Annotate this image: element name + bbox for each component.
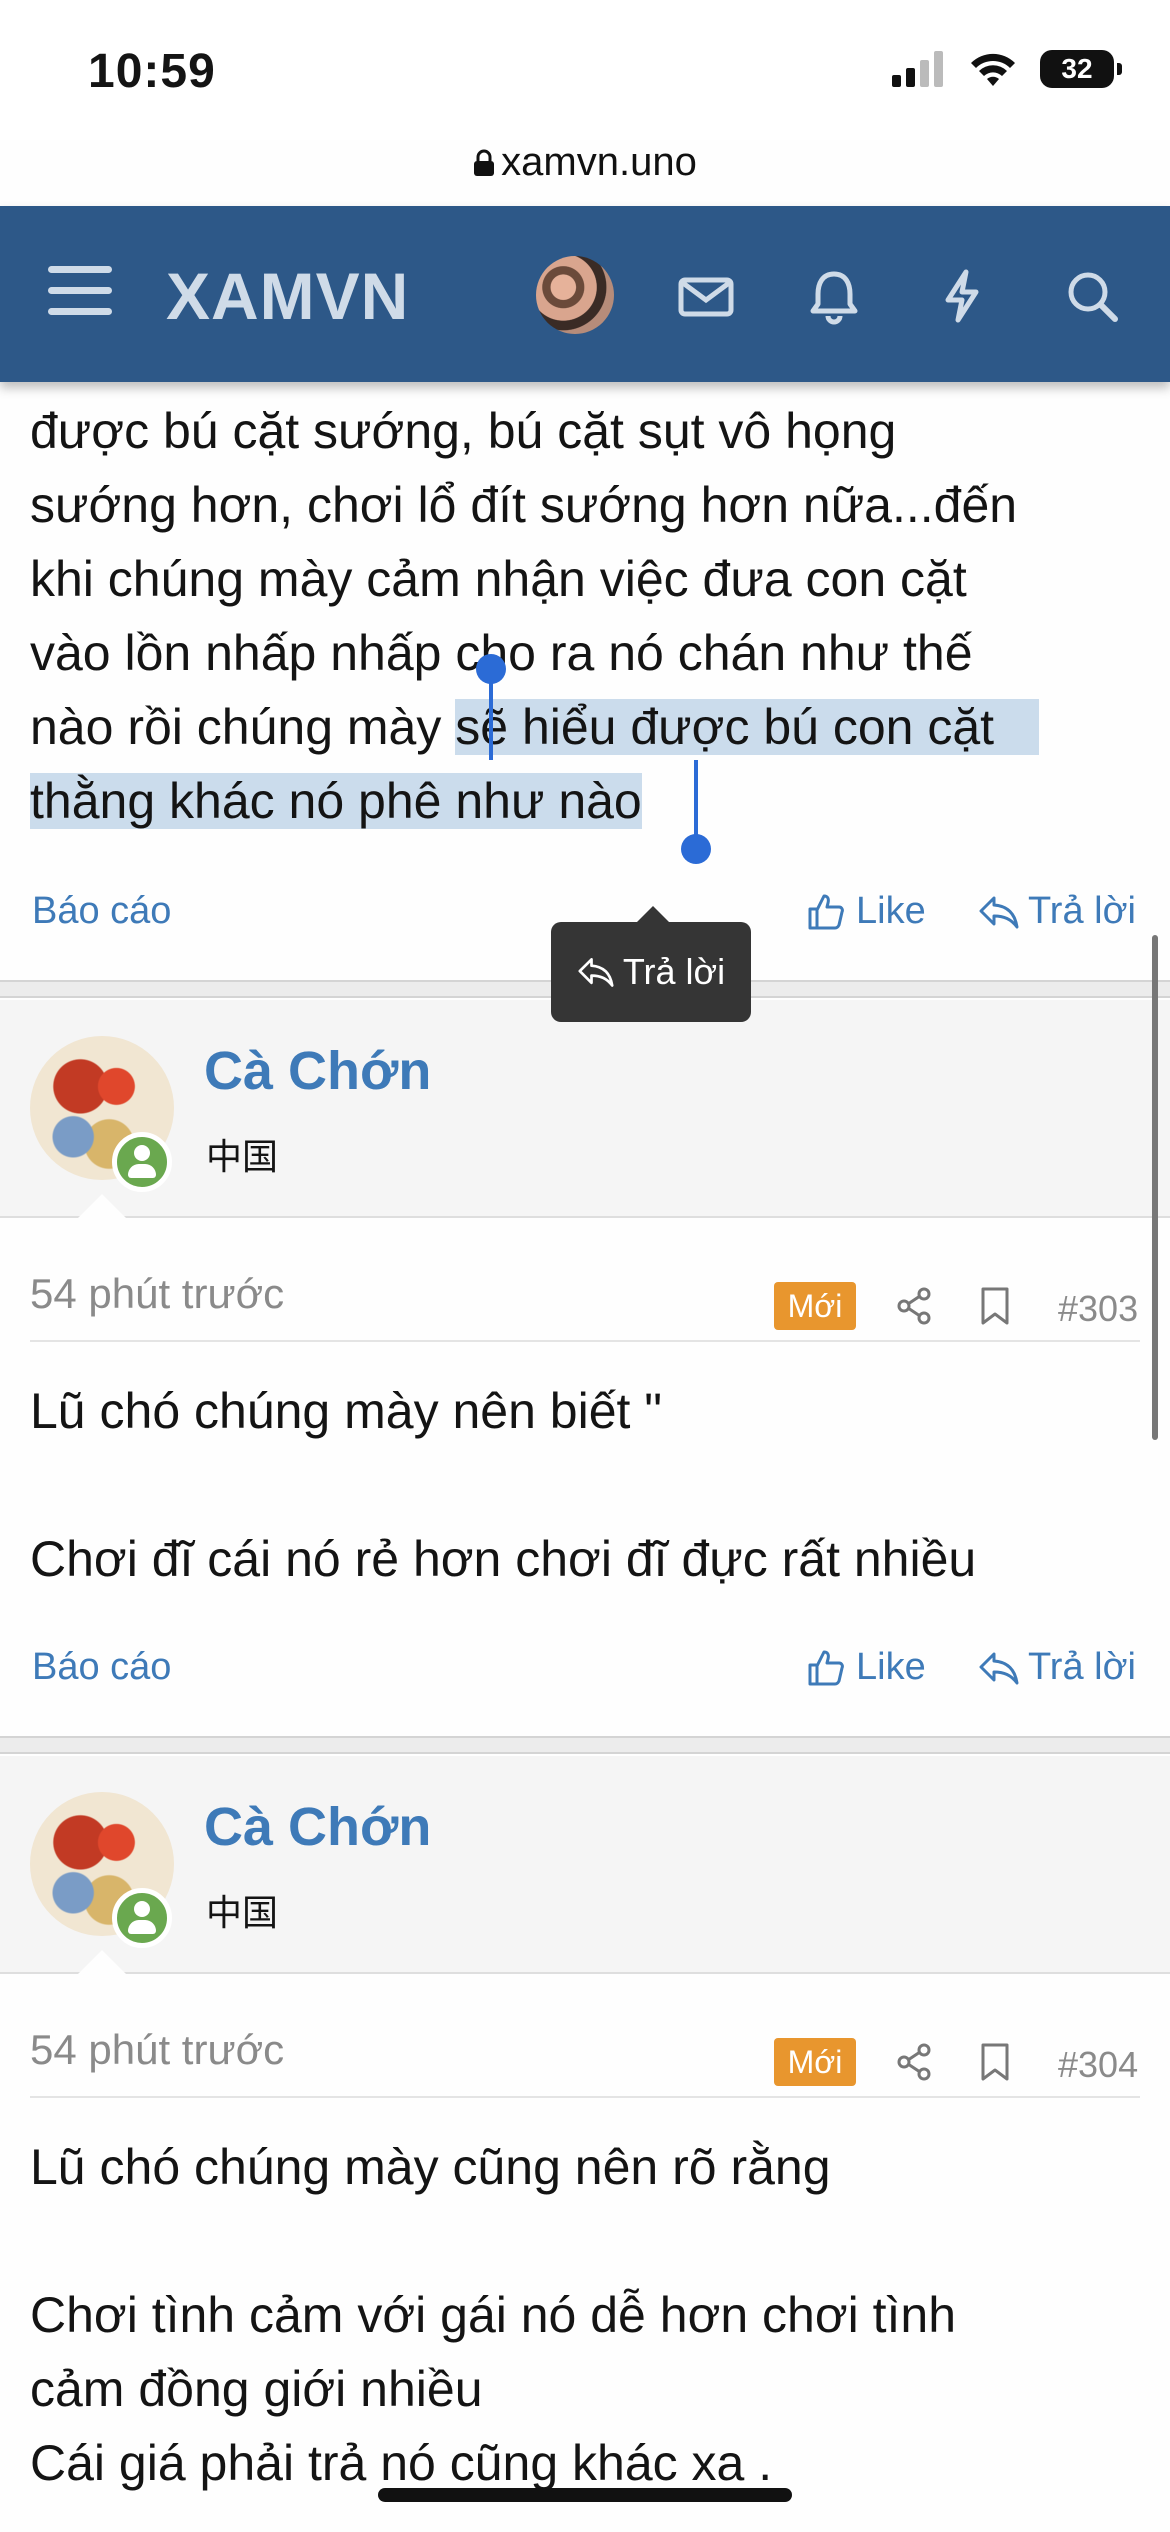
address-bar[interactable]: xamvn.uno [0, 140, 1170, 206]
report-link[interactable]: Báo cáo [32, 890, 171, 933]
post-line: cảm đồng giới nhiều [30, 2361, 483, 2417]
site-logo[interactable]: XAMVN [166, 258, 409, 334]
bookmark-icon[interactable] [978, 1286, 1012, 1326]
new-badge: Mới [774, 1282, 856, 1330]
like-button[interactable]: Like [806, 1646, 926, 1689]
scrollbar[interactable] [1152, 935, 1158, 1440]
bookmark-icon[interactable] [978, 2042, 1012, 2082]
meta-divider [30, 2096, 1140, 2098]
text-selection[interactable]: sẽ hiểu được bú con cặt [455, 699, 1040, 755]
post-line-part: nào rồi chúng mày [30, 699, 456, 755]
post-303-body: Lũ chó chúng mày nên biết " Chơi đĩ cái … [30, 1374, 1140, 1596]
post-line: được bú cặt sướng, bú cặt sụt vô họng [30, 403, 897, 459]
post-303-actions: Báo cáo Like Trả lời [0, 1638, 1170, 1698]
status-time: 10:59 [88, 45, 216, 98]
status-icons: 32 [892, 50, 1122, 88]
post-303-user: Cà Chớn 中国 [0, 1000, 1170, 1218]
post-line: khi chúng mày cảm nhận việc đưa con cặt [30, 551, 967, 607]
share-icon[interactable] [894, 2042, 934, 2082]
post-303-meta: 54 phút trước Mới #303 [0, 1240, 1170, 1342]
selection-start-handle[interactable] [489, 672, 493, 760]
post-line: Lũ chó chúng mày nên biết " [30, 1383, 663, 1439]
report-link[interactable]: Báo cáo [32, 1646, 171, 1689]
post-304-meta: 54 phút trước Mới #304 [0, 1996, 1170, 2098]
user-block-pointer [78, 1950, 126, 1974]
post-1-body[interactable]: được bú cặt sướng, bú cặt sụt vô họng sư… [30, 394, 1140, 838]
home-indicator[interactable] [378, 2488, 792, 2502]
url-text: xamvn.uno [501, 140, 697, 184]
meta-divider [30, 1340, 1140, 1342]
tooltip-label: Trả lời [622, 951, 726, 992]
user-title: 中国 [206, 1136, 279, 1177]
post-line: nào rồi chúng mày sẽ hiểu được bú con cặ… [30, 690, 1140, 764]
wifi-icon [971, 53, 1015, 86]
post-line: Chơi đĩ cái nó rẻ hơn chơi đĩ đực rất nh… [30, 1531, 977, 1587]
mail-icon[interactable] [676, 266, 736, 326]
online-status-icon [112, 1132, 172, 1192]
post-time[interactable]: 54 phút trước [30, 1270, 284, 1318]
reply-icon [578, 958, 614, 987]
reply-button[interactable]: Trả lời [978, 1646, 1136, 1689]
post-304-body: Lũ chó chúng mày cũng nên rõ rằng Chơi t… [30, 2130, 1140, 2500]
post-line [30, 1448, 1140, 1522]
reply-icon [979, 1652, 1019, 1684]
reply-quote-tooltip[interactable]: Trả lời [551, 906, 751, 1022]
account-avatar[interactable] [536, 256, 614, 334]
post-line: Chơi tình cảm với gái nó dễ hơn chơi tìn… [30, 2287, 957, 2343]
status-bar: 10:59 32 [0, 0, 1170, 140]
post-line: sướng hơn, chơi lổ đít sướng hơn nữa...đ… [30, 477, 1018, 533]
post-number[interactable]: #304 [1058, 2044, 1138, 2086]
reply-label: Trả lời [1028, 1646, 1136, 1688]
post-304-user: Cà Chớn 中国 [0, 1756, 1170, 1974]
post-line: thằng khác nó phê như nào [30, 764, 1140, 838]
new-badge: Mới [774, 2038, 856, 2086]
reply-label: Trả lời [1028, 890, 1136, 932]
post-time[interactable]: 54 phút trước [30, 2026, 284, 2074]
username[interactable]: Cà Chớn [204, 1040, 431, 1102]
username[interactable]: Cà Chớn [204, 1796, 431, 1858]
text-selection[interactable]: thằng khác nó phê như nào [30, 773, 642, 829]
user-block-pointer [78, 1194, 126, 1218]
selection-start-knob[interactable] [476, 654, 506, 684]
post-line: vào lồn nhấp nhấp cho ra nó chán như thế [30, 625, 973, 681]
online-status-icon [112, 1888, 172, 1948]
user-title: 中国 [206, 1892, 279, 1933]
selection-end-knob[interactable] [681, 834, 711, 864]
search-icon[interactable] [1062, 266, 1122, 326]
lock-icon [474, 149, 495, 176]
cellular-signal-icon [892, 51, 943, 87]
bell-icon[interactable] [804, 266, 864, 326]
reply-icon [979, 896, 1019, 928]
menu-icon[interactable] [48, 266, 112, 322]
site-header: XAMVN [0, 206, 1170, 382]
battery-icon: 32 [1040, 50, 1122, 88]
lightning-icon[interactable] [932, 266, 992, 326]
post-number[interactable]: #303 [1058, 1288, 1138, 1330]
like-label: Like [856, 890, 926, 932]
thumbs-up-icon [808, 1650, 844, 1685]
post-line [30, 2204, 1140, 2278]
thumbs-up-icon [808, 894, 844, 929]
post-line: Lũ chó chúng mày cũng nên rõ rằng [30, 2139, 831, 2195]
share-icon[interactable] [894, 1286, 934, 1326]
reply-button[interactable]: Trả lời [978, 890, 1136, 933]
post-divider [0, 1736, 1170, 1754]
like-button[interactable]: Like [806, 890, 926, 933]
like-label: Like [856, 1646, 926, 1688]
